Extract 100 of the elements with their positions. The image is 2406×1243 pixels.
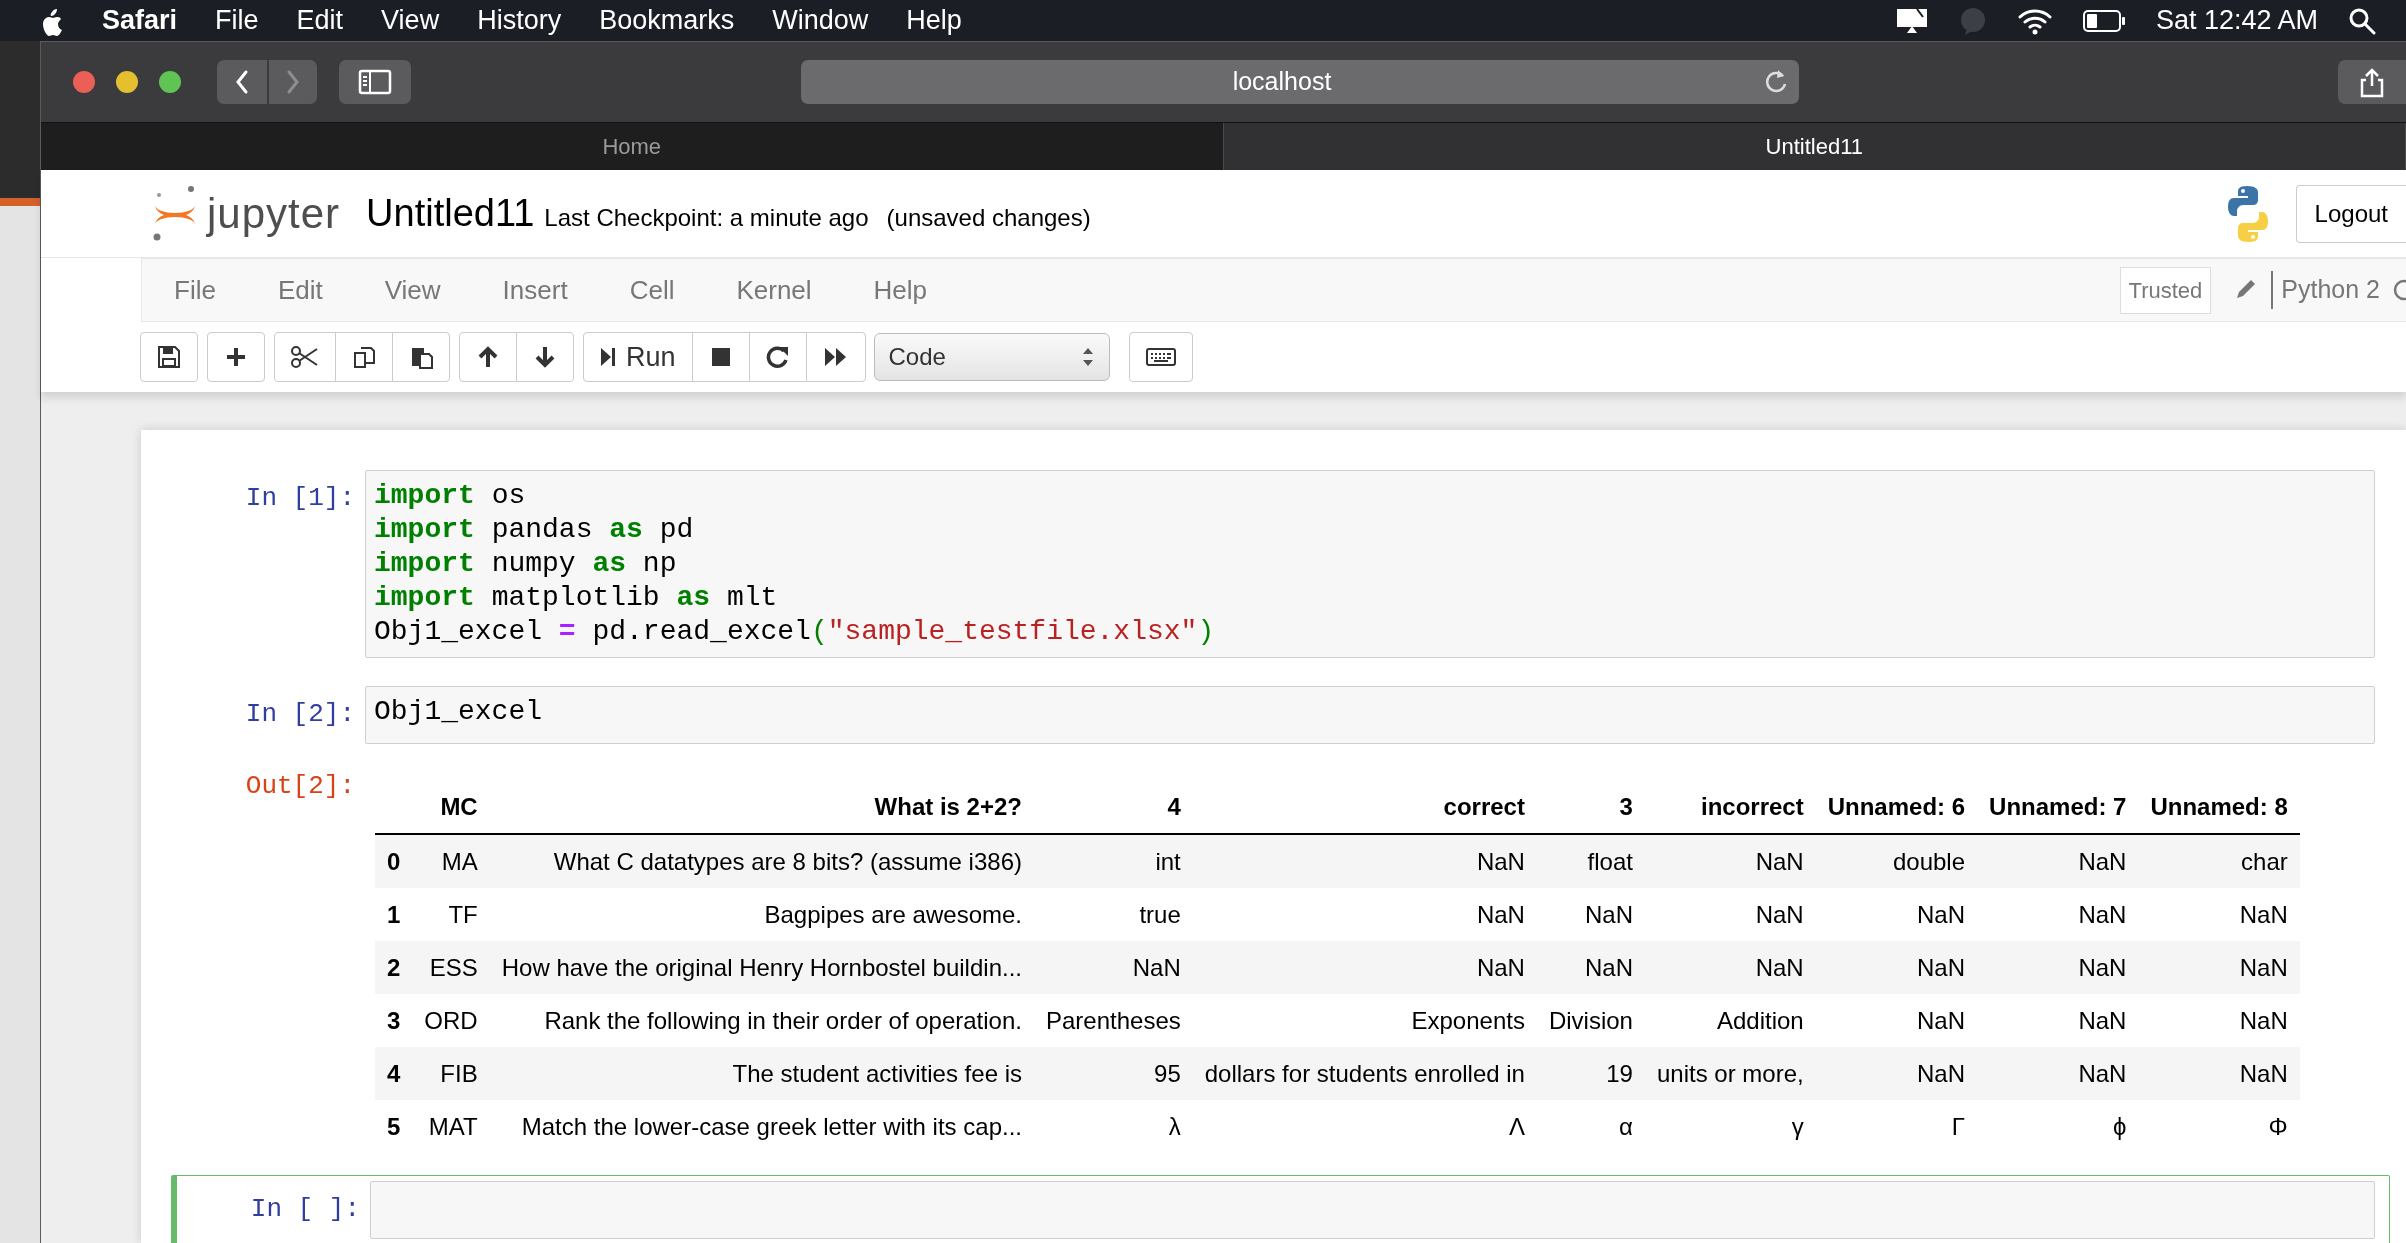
table-cell: Λ: [1192, 1100, 1537, 1153]
menu-item[interactable]: File: [215, 0, 259, 41]
table-cell: FIB: [412, 1047, 490, 1100]
dropdown-caret-icon: [1080, 346, 1095, 368]
table-cell: MA: [412, 834, 490, 888]
run-button[interactable]: Run: [583, 332, 693, 382]
menu-item[interactable]: Window: [772, 0, 869, 41]
code-input[interactable]: [370, 1181, 2375, 1239]
zoom-button[interactable]: [159, 71, 181, 93]
menu-item[interactable]: View: [384, 270, 473, 310]
browser-tab[interactable]: Untitled11: [1223, 123, 2406, 170]
row-index: 3: [375, 994, 413, 1047]
battery-icon[interactable]: [2082, 7, 2126, 34]
table-cell: NaN: [2138, 1047, 2300, 1100]
table-cell: γ: [1644, 1100, 1816, 1153]
input-prompt: In [2]:: [244, 698, 356, 731]
row-index: 2: [375, 941, 413, 994]
table-cell: λ: [1034, 1100, 1193, 1153]
table-cell: NaN: [1536, 888, 1645, 941]
copy-button[interactable]: [335, 332, 393, 382]
table-cell: 19: [1536, 1047, 1645, 1100]
table-cell: NaN: [1977, 834, 2139, 888]
notebook-cell[interactable]: In [ ]:: [171, 1175, 2390, 1243]
back-button[interactable]: [217, 60, 267, 104]
input-prompt: In [1]:: [244, 482, 356, 515]
kernel-status-icon: [2392, 278, 2406, 302]
keyboard-shortcuts-button[interactable]: [1128, 332, 1193, 382]
add-cell-icon: [225, 346, 247, 368]
display-icon[interactable]: [1894, 6, 1929, 35]
table-cell: NaN: [1977, 994, 2139, 1047]
restart-button[interactable]: [748, 332, 807, 382]
table-cell: NaN: [1977, 1047, 2139, 1100]
sidebar-icon: [358, 69, 392, 95]
notebook-cell[interactable]: In [1]: import os import pandas as pd import numpy as np import matplotlib as mlt Obj1_excel = pd.read_excel("sample_testfile.xlsx"): [171, 464, 2390, 664]
address-bar[interactable]: localhost: [801, 60, 1799, 104]
table-cell: NaN: [1644, 941, 1816, 994]
menu-item[interactable]: Edit: [277, 270, 355, 310]
table-cell: char: [2138, 834, 2300, 888]
menu-item[interactable]: Edit: [296, 0, 344, 41]
search-icon[interactable]: [2348, 6, 2376, 35]
table-cell: NaN: [1815, 888, 1978, 941]
add-cell-button[interactable]: [207, 332, 265, 382]
menu-item[interactable]: Cell: [629, 270, 707, 310]
table-cell: NaN: [1034, 941, 1193, 994]
notebook-title[interactable]: Untitled11: [366, 185, 535, 242]
stop-button[interactable]: [691, 332, 750, 382]
close-button[interactable]: [73, 71, 95, 93]
kernel-name[interactable]: Python 2: [2271, 271, 2380, 309]
table-cell: NaN: [1977, 888, 2139, 941]
menu-item[interactable]: Bookmarks: [599, 0, 735, 41]
row-index: 1: [375, 888, 413, 941]
table-cell: NaN: [1977, 941, 2139, 994]
table-cell: Φ: [2138, 1100, 2300, 1153]
table-cell: 95: [1034, 1047, 1193, 1100]
move-down-button[interactable]: [516, 332, 574, 382]
row-index: 4: [375, 1047, 413, 1100]
code-input[interactable]: Obj1_excel: [365, 686, 2375, 744]
menu-item[interactable]: Kernel: [736, 270, 844, 310]
paste-button[interactable]: [392, 332, 450, 382]
table-cell: Division: [1536, 994, 1645, 1047]
table-cell: NaN: [1192, 888, 1537, 941]
logout-button[interactable]: Logout: [2295, 184, 2406, 243]
table-cell: NaN: [1815, 994, 1978, 1047]
row-index: 5: [375, 1100, 413, 1153]
clock[interactable]: Sat 12:42 AM: [2155, 0, 2318, 41]
python-logo-icon: [2227, 183, 2268, 244]
trusted-indicator[interactable]: Trusted: [2119, 266, 2212, 314]
logo-wordmark[interactable]: jupyter: [207, 182, 341, 245]
app-menu[interactable]: Safari: [102, 0, 178, 41]
table-cell: units or more,: [1644, 1047, 1816, 1100]
table-cell: Parentheses: [1034, 994, 1193, 1047]
cut-icon: [291, 345, 319, 369]
table-cell: NaN: [1192, 834, 1537, 888]
table-cell: double: [1815, 834, 1978, 888]
stop-icon: [709, 346, 732, 368]
table-cell: NaN: [1536, 941, 1645, 994]
save-icon: [157, 345, 181, 369]
share-button[interactable]: [2338, 60, 2406, 104]
table-cell: NaN: [1815, 1047, 1978, 1100]
move-up-button[interactable]: [459, 332, 517, 382]
menu-item[interactable]: Insert: [502, 270, 600, 310]
paste-icon: [409, 345, 433, 369]
menu-item[interactable]: View: [381, 0, 440, 41]
table-cell: ESS: [412, 941, 490, 994]
table-cell: Addition: [1644, 994, 1816, 1047]
menu-item[interactable]: File: [174, 270, 248, 310]
table-cell: Match the lower-case greek letter with its cap...: [489, 1100, 1034, 1153]
menu-item[interactable]: Help: [873, 270, 960, 310]
menu-item[interactable]: Help: [906, 0, 962, 41]
minimize-button[interactable]: [116, 71, 138, 93]
cell-type-dropdown[interactable]: Code: [873, 333, 1110, 381]
sidebar-button[interactable]: [339, 60, 411, 104]
code-input[interactable]: import os import pandas as pd import numpy as np import matplotlib as mlt Obj1_excel = pd.read_excel("sample_testfile.xlsx"): [365, 470, 2375, 658]
table-cell: ORD: [412, 994, 490, 1047]
menu-item[interactable]: History: [477, 0, 562, 41]
save-button[interactable]: [140, 332, 198, 382]
fast-forward-button[interactable]: [805, 332, 866, 382]
input-prompt: In [ ]:: [249, 1193, 361, 1226]
restart-icon: [765, 345, 790, 369]
cut-button[interactable]: [274, 332, 336, 382]
